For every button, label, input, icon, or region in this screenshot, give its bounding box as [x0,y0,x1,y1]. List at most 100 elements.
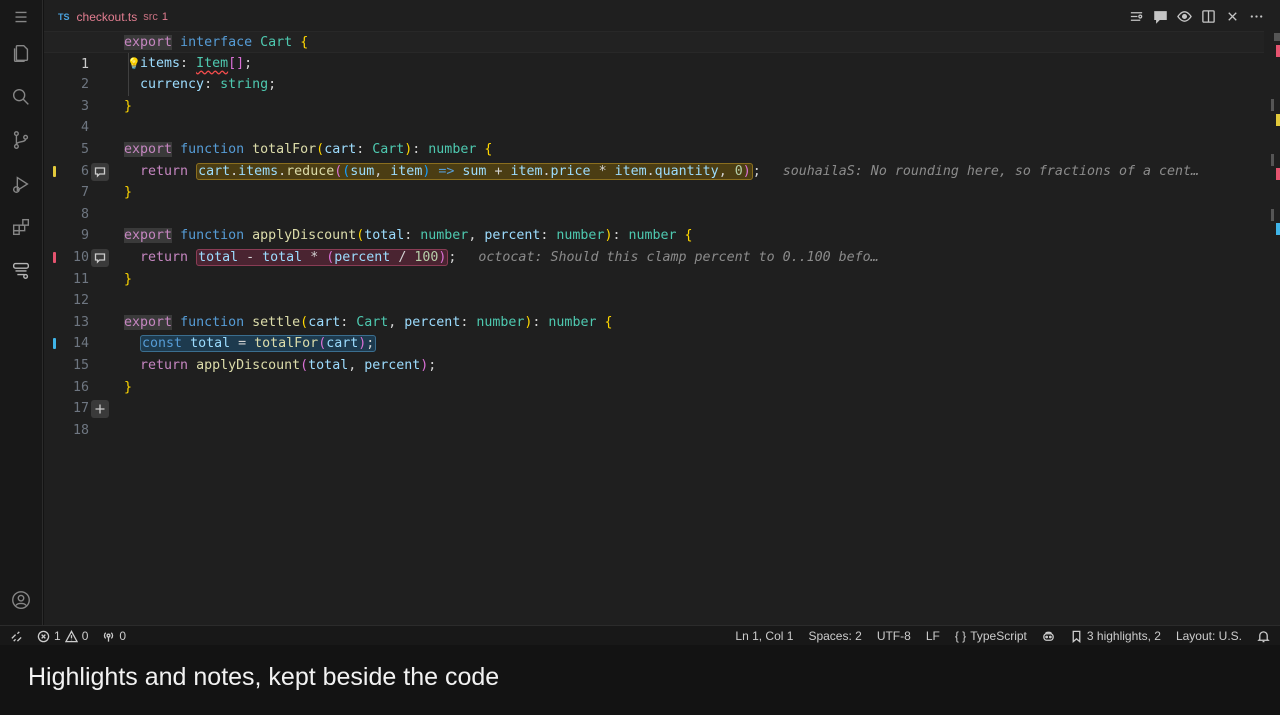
account-icon[interactable] [9,588,33,612]
close-icon[interactable] [1220,6,1244,26]
overview-highlight-mark [1276,114,1280,126]
tab-problem-count: 1 [161,11,169,23]
code-line: 13 [44,290,1264,330]
code-line: 17 } [44,377,1264,417]
code-line: 4 } [44,96,1264,136]
remote-icon [11,630,22,642]
indentation[interactable]: Spaces: 2 [808,629,861,643]
ports-count: 0 [119,629,127,643]
code-line: 11 return total - total * (percent / 100… [44,247,1264,287]
overview-ruler [1270,31,1280,625]
highlight-range[interactable]: cart.items.reduce((sum, item) => sum + i… [196,162,753,180]
copilot-icon [1043,631,1054,641]
code-line: 2 💡 items: Item[]; [44,53,1264,93]
split-editor-icon[interactable] [1196,6,1220,26]
code-line: 6 export function totalFor(cart: Cart): … [44,139,1264,179]
code-line: 8 } [44,182,1264,222]
ports-indicator[interactable]: 0 [102,629,126,643]
code-text: return cart.items.reduce((sum, item) => … [140,162,1200,180]
language-label: TypeScript [970,629,1027,643]
bookmark-icon [1072,630,1081,643]
overview-cursor-mark [1274,33,1280,41]
explorer-icon[interactable] [9,41,33,65]
highlight-range[interactable]: total - total * (percent / 100) [196,249,449,266]
overview-mark [1271,209,1274,221]
activity-bar [0,0,43,625]
more-actions-icon[interactable] [1244,6,1268,26]
broadcast-icon [104,631,114,642]
code-area[interactable]: 1 export interface Cart { 2 💡 items: Ite… [44,31,1264,625]
code-text: } [124,98,133,114]
code-text: export function applyDiscount(total: num… [124,228,693,244]
preview-icon[interactable] [1172,6,1196,26]
highlights-status[interactable]: 3 highlights, 2 [1070,629,1161,643]
code-line: 14 export function settle(cart: Cart, pe… [44,312,1264,351]
source-control-icon[interactable] [9,128,33,152]
line-number: 18 [72,422,89,438]
code-line: 16 return applyDiscount(total, percent); [44,355,1264,395]
run-debug-icon[interactable] [9,172,33,196]
highlight-marker [53,338,56,350]
tab-bar: TS checkout.ts src 1 [44,0,1280,32]
tab-checkout[interactable]: TS checkout.ts src 1 [58,8,168,26]
overview-highlight-mark [1276,223,1280,235]
search-icon[interactable] [9,85,33,109]
comment-gutter-icon[interactable] [91,162,109,181]
encoding[interactable]: UTF-8 [877,629,911,643]
menu-icon[interactable] [9,5,33,29]
language-mode[interactable]: { } TypeScript [955,629,1027,643]
status-bar: 1 0 0 Ln 1, Col 1 Spaces: 2 UTF-8 LF { }… [0,625,1280,645]
code-text: export function settle(cart: Cart, perce… [124,314,613,330]
remote-indicator[interactable] [10,630,23,643]
highlight-marker [53,165,56,177]
caption-text: Highlights and notes, kept beside the co… [28,663,500,691]
code-text: export function totalFor(cart: Cart): nu… [124,142,493,157]
problems-indicator[interactable]: 1 0 [37,629,88,643]
code-line: 15 const total = totalFor(cart); [44,333,1264,373]
overview-mark [1271,154,1274,166]
code-text: } [124,271,133,287]
overview-highlight-mark [1276,168,1280,180]
code-line: 9 [44,204,1264,243]
code-text: } [124,185,133,201]
keyboard-layout[interactable]: Layout: U.S. [1176,629,1242,643]
add-comment-icon[interactable] [91,400,109,419]
code-line: 1 export interface Cart { [44,31,1264,72]
notifications[interactable] [1257,630,1270,643]
warning-icon [64,629,78,642]
tab-folder: src [143,11,158,23]
copilot-status[interactable] [1042,630,1055,643]
highlight-range[interactable]: const total = totalFor(cart); [140,335,377,353]
code-text: } [124,379,133,395]
warning-count: 0 [81,629,89,643]
editor-actions [1124,6,1268,26]
bell-icon [1257,630,1270,642]
caption-bar: Highlights and notes, kept beside the co… [0,645,1280,715]
code-line: 3 currency: string; [44,74,1264,114]
inline-note[interactable]: octocat: Should this clamp percent to 0.… [478,250,878,265]
error-icon [37,630,50,642]
highlights-count: 3 highlights, 2 [1086,629,1161,643]
extensions-icon[interactable] [9,215,33,239]
editor: TS checkout.ts src 1 1 export interface … [44,0,1280,625]
code-text: return applyDiscount(total, percent); [140,358,437,373]
highlights-list-icon[interactable] [1124,6,1148,26]
code-line: 12 } [44,269,1264,309]
comment-gutter-icon[interactable] [91,249,109,267]
braces-icon: { } [954,629,967,643]
code-line: 5 [44,117,1264,157]
highlights-icon[interactable] [9,258,33,282]
code-text: return total - total * (percent / 100); o… [140,249,879,266]
end-of-line[interactable]: LF [926,629,940,643]
overview-error-mark [1276,45,1280,57]
tab-file-name: checkout.ts [76,10,138,24]
typescript-icon: TS [58,12,70,22]
overview-mark [1271,99,1274,111]
highlight-marker [53,252,56,263]
code-line: 18 [44,398,1264,438]
code-text: currency: string; [140,77,277,93]
inline-note[interactable]: souhailaS: No rounding here, so fraction… [783,164,1199,179]
comments-icon[interactable] [1148,6,1172,26]
error-count: 1 [54,629,61,643]
cursor-position[interactable]: Ln 1, Col 1 [735,629,793,643]
